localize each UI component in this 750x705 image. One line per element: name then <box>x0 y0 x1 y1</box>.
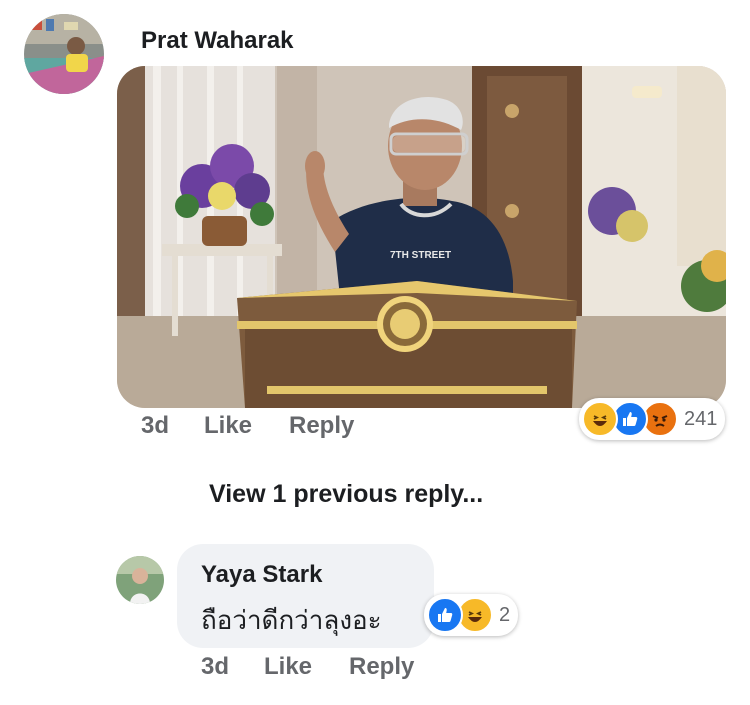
reply-reply-button[interactable]: Reply <box>349 653 414 681</box>
comment-timestamp[interactable]: 3d <box>141 412 169 440</box>
shirt-logo: 7TH STREET <box>390 250 451 261</box>
commenter-avatar[interactable] <box>24 14 104 94</box>
comment-photo-image: 7TH STREET <box>117 66 726 408</box>
reply-reactions[interactable]: 2 <box>424 594 519 636</box>
like-thumb-icon <box>427 597 463 633</box>
commenter-name[interactable]: Prat Waharak <box>141 27 294 55</box>
reaction-count: 241 <box>684 407 718 430</box>
reply-avatar-photo <box>116 556 164 604</box>
view-previous-replies-link[interactable]: View 1 previous reply... <box>209 480 483 509</box>
reply-timestamp[interactable]: 3d <box>201 653 229 681</box>
haha-emoji-icon <box>582 401 618 437</box>
comment-reactions[interactable]: 241 <box>579 398 726 440</box>
comment-photo[interactable]: 7TH STREET <box>117 66 726 408</box>
reaction-count: 2 <box>499 603 511 626</box>
like-button[interactable]: Like <box>204 412 252 440</box>
reply-text: ถือว่าดีกว่าลุงอะ <box>201 605 382 635</box>
reply-author-avatar[interactable] <box>116 556 164 604</box>
reply-author-name[interactable]: Yaya Stark <box>201 561 322 589</box>
reply-button[interactable]: Reply <box>289 412 354 440</box>
reply-like-button[interactable]: Like <box>264 653 312 681</box>
commenter-avatar-photo <box>24 14 104 94</box>
